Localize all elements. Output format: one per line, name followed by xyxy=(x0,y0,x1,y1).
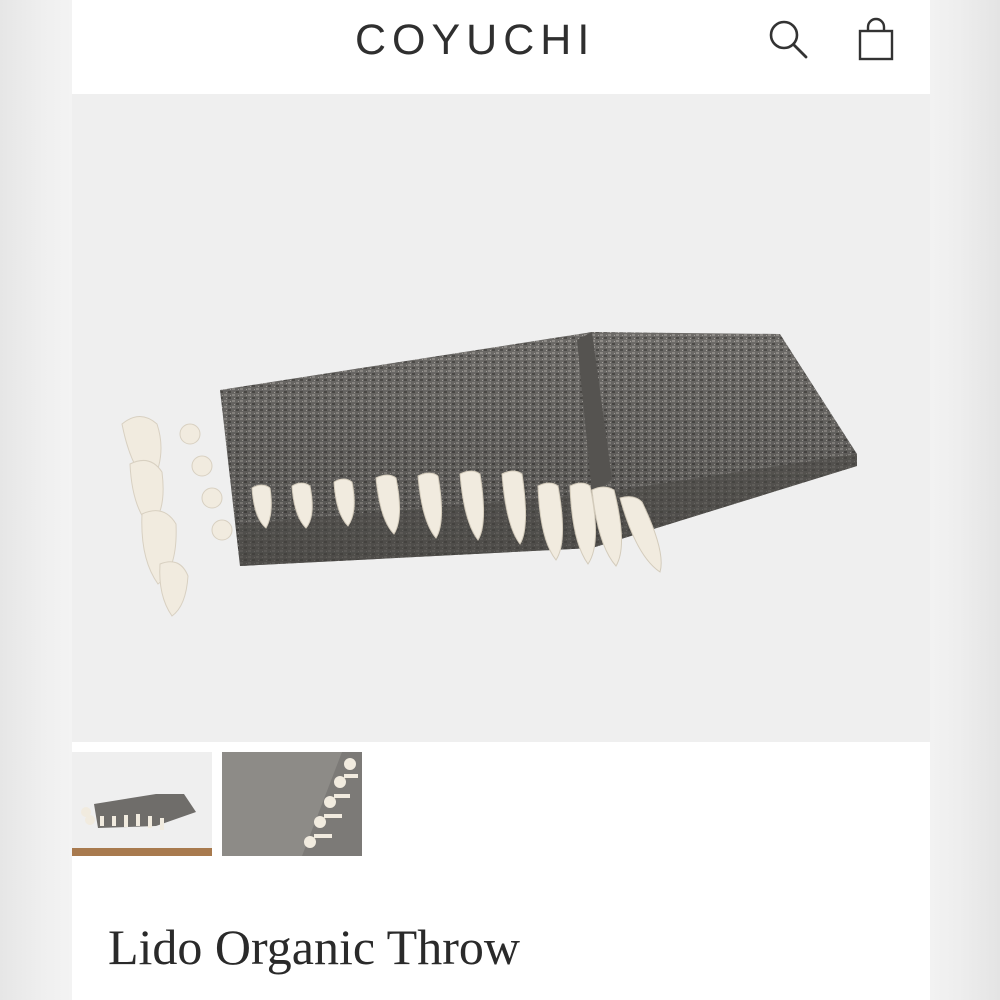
cart-button[interactable] xyxy=(852,15,900,63)
site-header: COYUCHI xyxy=(72,0,930,94)
product-page: COYUCHI Lido Organic Throw xyxy=(72,0,930,1000)
thumbnail-product-detail-closeup[interactable] xyxy=(222,752,362,856)
shopping-bag-icon xyxy=(858,17,894,61)
product-title: Lido Organic Throw xyxy=(108,919,520,975)
brand-logo[interactable]: COYUCHI xyxy=(355,16,595,65)
search-button[interactable] xyxy=(764,15,812,63)
product-main-image[interactable] xyxy=(72,94,930,742)
thumbnail-image xyxy=(222,752,362,856)
thumbnail-selected-indicator xyxy=(72,848,212,856)
left-backdrop xyxy=(0,0,72,1000)
right-backdrop xyxy=(930,0,1000,1000)
thumbnail-product-full-view[interactable] xyxy=(72,752,212,856)
throw-blanket-image xyxy=(121,332,857,617)
thumbnail-image xyxy=(72,752,212,856)
search-icon xyxy=(769,20,808,59)
